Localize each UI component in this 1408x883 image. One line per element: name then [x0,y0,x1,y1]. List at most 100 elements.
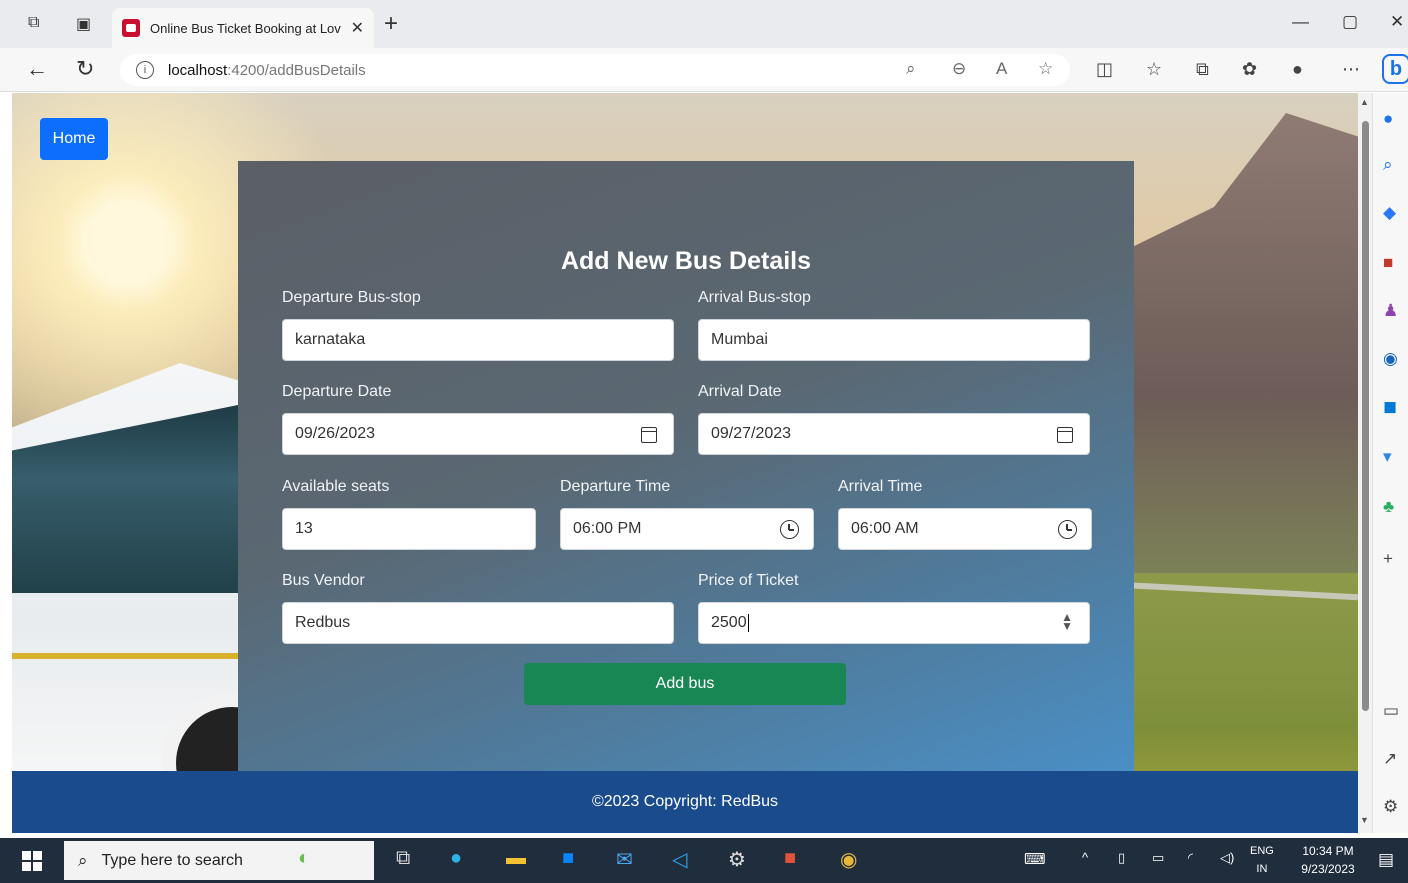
close-tab-icon[interactable]: ✕ [351,18,364,38]
departure-date-label: Departure Date [282,383,392,400]
favorite-star-icon[interactable]: ☆ [1038,59,1053,79]
redbus-favicon-icon [122,19,140,37]
price-label: Price of Ticket [698,572,799,589]
weather-widget-icon[interactable]: ◐ [298,847,310,870]
file-explorer-icon[interactable]: ▬ [506,847,526,870]
edge-sidebar: ● ⌕ ◆ ■ ♟ ◉ ◼ ▾ ♣ + ▭ ↗ ⚙ [1372,93,1408,833]
price-value: 2500 [711,614,747,631]
notification-icon[interactable]: ▤ [1378,850,1394,870]
arrival-date-input[interactable]: 09/27/2023 [698,413,1090,455]
price-input[interactable]: 2500 ▲ ▼ [698,602,1090,644]
keyboard-icon[interactable]: ⌨ [1024,850,1046,868]
extensions-icon[interactable]: ✿ [1242,59,1257,80]
add-bus-form: Add New Bus Details Departure Bus-stop k… [238,161,1134,773]
taskbar-clock[interactable]: 10:34 PM 9/23/2023 [1292,842,1364,878]
device-icon[interactable]: ▯ [1118,850,1125,866]
chrome-icon[interactable]: ◉ [840,847,857,872]
bus-vendor-label: Bus Vendor [282,572,365,589]
page-scrollbar[interactable]: ▲ ▼ [1358,93,1372,833]
bus-vendor-input[interactable]: Redbus [282,602,674,644]
departure-stop-label: Departure Bus-stop [282,289,421,306]
bing-copilot-icon[interactable]: b [1382,54,1408,84]
new-tab-icon[interactable]: + [384,10,398,38]
back-icon[interactable]: ← [26,56,48,82]
profile-icon[interactable]: ● [1292,59,1303,80]
bell-icon[interactable]: ● [1383,109,1393,129]
departure-time-input[interactable]: 06:00 PM [560,508,814,550]
arrival-date-label: Arrival Date [698,383,782,400]
add-sidebar-icon[interactable]: + [1383,549,1393,569]
departure-date-value: 09/26/2023 [295,425,376,442]
url-host: localhost [168,61,228,79]
scroll-down-icon[interactable]: ▼ [1360,815,1369,825]
site-info-icon[interactable]: i [136,61,154,79]
shopping-icon[interactable]: ▾ [1383,447,1392,467]
tree-icon[interactable]: ♣ [1383,497,1394,517]
zoom-icon[interactable]: ⊖ [952,59,966,79]
refresh-icon[interactable]: ↻ [76,56,94,82]
calendar-icon[interactable] [1057,427,1073,443]
vscode-icon[interactable]: ◁ [672,847,687,872]
available-seats-value: 13 [295,520,313,537]
arrival-time-input[interactable]: 06:00 AM [838,508,1092,550]
games-icon[interactable]: ♟ [1383,301,1398,321]
minimize-icon[interactable]: — [1292,12,1309,32]
store-icon[interactable]: ■ [562,847,574,870]
departure-stop-input[interactable]: karnataka [282,319,674,361]
edge-icon[interactable]: ● [450,847,462,870]
clock-date: 9/23/2023 [1301,862,1355,876]
network-icon[interactable]: ◜ [1188,850,1193,866]
favorites-icon[interactable]: ☆ [1146,59,1162,80]
arrival-stop-input[interactable]: Mumbai [698,319,1090,361]
split-screen-icon[interactable]: ◫ [1096,59,1113,80]
available-seats-label: Available seats [282,478,390,495]
windows-taskbar: ⌕ Type here to search ◐ ⧉ ● ▬ ■ ✉ ◁ ⚙ ■ … [0,838,1408,883]
number-spinner-icon[interactable]: ▲ ▼ [1061,611,1073,632]
show-hidden-icons-icon[interactable]: ^ [1082,850,1088,865]
settings-app-icon[interactable]: ⚙ [728,847,746,872]
briefcase-icon[interactable]: ■ [1383,253,1393,273]
collections-icon[interactable]: ⧉ [1196,59,1209,80]
calendar-icon[interactable] [641,427,657,443]
tag-icon[interactable]: ◆ [1383,203,1396,223]
add-bus-button[interactable]: Add bus [524,663,846,705]
volume-icon[interactable]: ◁) [1220,850,1234,866]
language-code: ENG [1250,845,1274,857]
battery-icon[interactable]: ▭ [1152,850,1164,866]
arrival-time-value: 06:00 AM [851,520,919,537]
sidebar-panel-icon[interactable]: ▭ [1383,701,1399,721]
clock-icon[interactable] [780,520,799,539]
search-icon[interactable]: ⌕ [1383,155,1393,175]
close-window-icon[interactable]: ✕ [1390,12,1404,32]
clock-icon[interactable] [1058,520,1077,539]
departure-date-input[interactable]: 09/26/2023 [282,413,674,455]
search-icon: ⌕ [78,850,88,870]
read-aloud-icon[interactable]: A [996,59,1007,79]
powerpoint-icon[interactable]: ■ [784,847,796,870]
clock-time: 10:34 PM [1302,844,1354,858]
browser-tab-bar: ⧉ ▣ Online Bus Ticket Booking at Lov ✕ +… [0,0,1408,48]
taskbar-search-box[interactable]: ⌕ Type here to search [64,841,374,880]
settings-gear-icon[interactable]: ⚙ [1383,797,1398,817]
footer: ©2023 Copyright: RedBus [12,771,1358,833]
scroll-up-icon[interactable]: ▲ [1360,97,1369,107]
language-indicator[interactable]: ENG IN [1250,842,1274,878]
office-icon[interactable]: ◉ [1383,349,1398,369]
find-icon[interactable]: ⌕ [906,59,916,79]
workspaces-icon[interactable]: ⧉ [28,14,39,32]
scroll-thumb[interactable] [1362,121,1369,711]
browser-tab[interactable]: Online Bus Ticket Booking at Lov ✕ [112,8,374,48]
tab-actions-icon[interactable]: ▣ [76,14,91,34]
mail-icon[interactable]: ✉ [616,847,633,872]
outlook-icon[interactable]: ◼ [1383,397,1397,417]
restore-icon[interactable]: ▢ [1342,12,1358,32]
available-seats-input[interactable]: 13 [282,508,536,550]
bus-vendor-value: Redbus [295,614,351,631]
windows-start-icon[interactable] [22,851,42,871]
task-view-icon[interactable]: ⧉ [396,847,410,870]
external-link-icon[interactable]: ↗ [1383,749,1397,769]
more-menu-icon[interactable]: ⋯ [1342,59,1360,80]
url-field[interactable]: i localhost :4200/addBusDetails ⌕ ⊖ A ☆ [120,54,1070,86]
home-button[interactable]: Home [40,118,108,160]
text-cursor [747,614,749,632]
